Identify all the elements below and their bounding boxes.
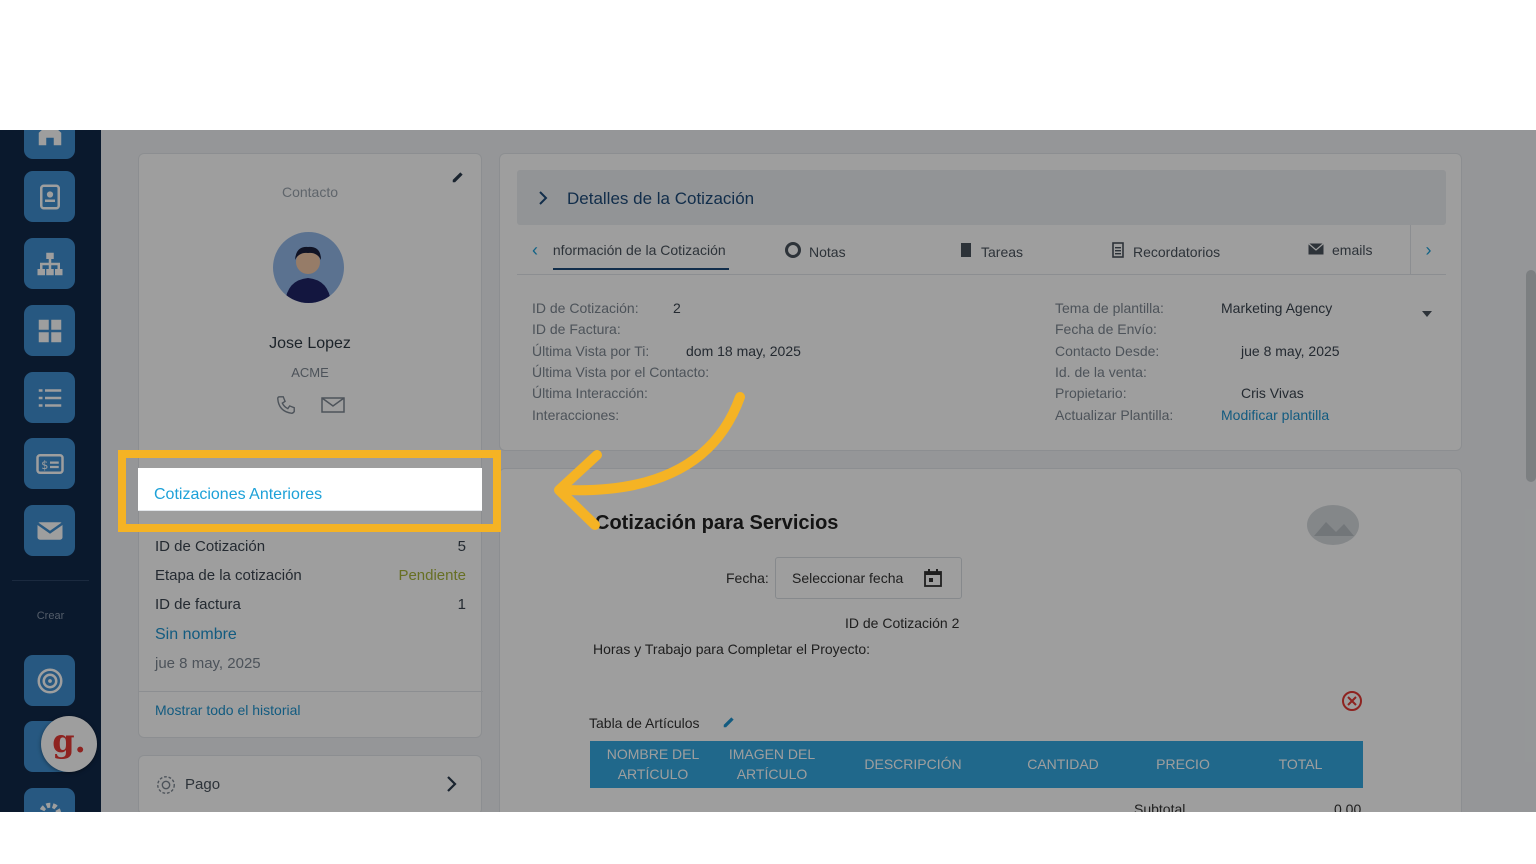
column-quantity: CANTIDAD <box>1027 755 1099 772</box>
pencil-icon[interactable] <box>722 715 736 734</box>
quote-details-title: Detalles de la Cotización <box>567 189 755 208</box>
column-price: PRECIO <box>1156 755 1210 772</box>
chevron-right-icon[interactable] <box>537 189 549 212</box>
tab-reminders[interactable]: Recordatorios <box>1111 242 1220 261</box>
envelope-icon[interactable] <box>321 394 345 421</box>
settings-icon[interactable] <box>24 788 75 812</box>
chevron-right-icon[interactable] <box>445 774 459 799</box>
items-table-label: Tabla de Artículos <box>589 715 700 731</box>
tabs-prev-icon[interactable]: ‹ <box>517 225 553 275</box>
quote-details-header[interactable]: Detalles de la Cotización <box>517 170 1446 225</box>
field-send-date: Fecha de Envío: <box>1055 321 1157 337</box>
previous-invoice-id-row: ID de factura 1 <box>155 596 466 613</box>
contact-name: Jose Lopez <box>269 335 351 352</box>
contact-card-title: Contacto <box>281 184 339 200</box>
previous-quote-name-link[interactable]: Sin nombre <box>155 626 466 644</box>
avatar <box>273 232 344 303</box>
image-placeholder-icon[interactable] <box>1306 504 1360 551</box>
date-label: Fecha: <box>726 570 769 586</box>
tabs-next-icon[interactable]: › <box>1410 225 1446 275</box>
previous-quote-date: jue 8 may, 2025 <box>155 655 261 672</box>
sidebar: $ Crear g. <box>0 130 101 812</box>
previous-quote-id-row: ID de Cotización 5 <box>155 538 466 555</box>
field-sale-id: Id. de la venta: <box>1055 364 1147 380</box>
mail-icon[interactable] <box>24 505 75 556</box>
subtotal-label: Subtotal <box>1134 801 1186 812</box>
items-table-header: NOMBRE DEL ARTÍCULO IMAGEN DEL ARTÍCULO … <box>590 741 1363 788</box>
envelope-icon <box>1308 242 1324 258</box>
highlight-box <box>118 450 501 532</box>
g-badge-button[interactable]: g. <box>41 716 97 772</box>
list-icon[interactable] <box>24 372 75 423</box>
invoice-icon[interactable]: $ <box>24 438 75 489</box>
field-update-template: Actualizar Plantilla: Modificar plantilla <box>1055 407 1330 423</box>
payment-label: Pago <box>185 776 221 793</box>
sidebar-divider <box>12 580 89 581</box>
show-history-link[interactable]: Mostrar todo el historial <box>155 702 301 718</box>
pencil-icon[interactable] <box>451 170 465 189</box>
column-description: DESCRIPCIÓN <box>864 755 962 772</box>
divider <box>139 691 483 692</box>
scrollbar[interactable] <box>1526 270 1536 482</box>
tab-tasks[interactable]: Tareas <box>959 242 1023 261</box>
home-icon[interactable] <box>24 130 75 159</box>
phone-icon[interactable] <box>275 394 297 421</box>
pointer-arrow-icon <box>545 385 755 540</box>
document-icon <box>1111 242 1125 261</box>
tab-quote-info[interactable]: Información de la Cotización <box>553 242 729 270</box>
contact-company: ACME <box>291 365 329 380</box>
status-badge: Pendiente <box>398 567 466 584</box>
payment-card[interactable]: Pago <box>138 755 482 812</box>
sidebar-create-label: Crear <box>36 610 65 622</box>
notes-icon <box>785 242 801 261</box>
field-quote-id: ID de Cotización: 2 <box>532 300 681 316</box>
org-chart-icon[interactable] <box>24 238 75 289</box>
field-invoice-id: ID de Factura: <box>532 321 621 337</box>
modify-template-link[interactable]: Modificar plantilla <box>1221 407 1329 423</box>
field-owner: Propietario: Cris Vivas <box>1055 385 1304 401</box>
document-quote-id: ID de Cotización 2 <box>845 615 960 631</box>
field-last-viewed-contact: Última Vista por el Contacto: <box>532 364 710 380</box>
calendar-icon <box>923 568 943 591</box>
document-description: Horas y Trabajo para Completar el Proyec… <box>593 641 871 657</box>
target-icon[interactable] <box>24 655 75 706</box>
contact-card-icon[interactable] <box>24 171 75 222</box>
field-last-viewed-you: Última Vista por Ti: dom 18 may, 2025 <box>532 343 801 359</box>
tasks-icon <box>959 242 973 261</box>
column-total: TOTAL <box>1278 755 1323 772</box>
svg-text:$: $ <box>41 459 48 472</box>
caret-down-icon[interactable] <box>1422 304 1432 320</box>
contact-actions <box>139 394 481 421</box>
tab-notes[interactable]: Notas <box>785 242 846 261</box>
subtotal-value: 0.00 <box>1334 801 1362 812</box>
grid-icon[interactable] <box>24 305 75 356</box>
contact-card: Contacto Jose Lopez ACME ID de Cotizació… <box>138 153 483 738</box>
tab-emails[interactable]: emails <box>1308 242 1372 258</box>
close-circle-icon[interactable] <box>1341 690 1363 717</box>
date-picker-input[interactable]: Seleccionar fecha <box>775 557 962 599</box>
quote-tabs: ‹ Información de la Cotización Notas Tar… <box>517 225 1446 275</box>
previous-quote-stage-row: Etapa de la cotización Pendiente <box>155 567 466 584</box>
column-item-name: NOMBRE DEL ARTÍCULO <box>606 745 700 782</box>
field-template-theme[interactable]: Tema de plantilla: Marketing Agency <box>1055 300 1440 317</box>
field-contact-since: Contacto Desde: jue 8 may, 2025 <box>1055 343 1340 359</box>
gear-icon <box>155 774 177 801</box>
app-window: $ Crear g. Contacto Jose Lopez ACME ID d… <box>0 130 1536 812</box>
column-item-image: IMAGEN DEL ARTÍCULO <box>728 745 816 782</box>
